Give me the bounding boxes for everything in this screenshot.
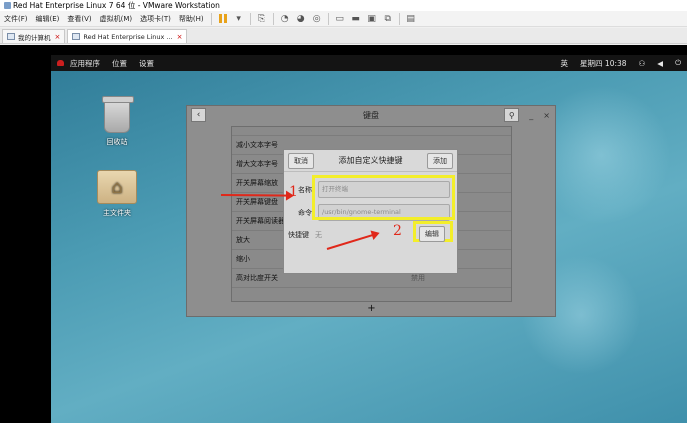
network-icon[interactable]: ⚇ — [633, 59, 652, 68]
close-icon[interactable]: × — [55, 33, 61, 41]
toolbar-separator — [210, 12, 212, 25]
dialog-header: 取消 添加自定义快捷键 添加 — [284, 150, 457, 172]
unity-icon[interactable]: ⧉ — [381, 13, 395, 25]
settings-menu[interactable]: 设置 — [133, 58, 160, 69]
shortcut-name: 开关屏幕阅读器 — [236, 217, 285, 225]
pause-icon[interactable] — [216, 13, 230, 25]
close-icon[interactable]: × — [543, 111, 550, 120]
home-folder-icon — [97, 170, 137, 204]
redhat-icon — [57, 60, 64, 66]
send-ctrl-alt-del-icon[interactable]: ⎘ — [255, 13, 269, 25]
back-button[interactable]: ‹ — [191, 108, 206, 122]
shortcut-name: 高对比度开关 — [236, 274, 278, 282]
applications-menu[interactable]: 应用程序 — [64, 58, 106, 69]
home-folder-desktop-icon[interactable]: 主文件夹 — [87, 170, 147, 218]
list-item — [232, 127, 511, 136]
tab-label: Red Hat Enterprise Linux ... — [83, 32, 173, 41]
home-folder-label: 主文件夹 — [103, 209, 131, 217]
dropdown-arrow-icon[interactable]: ▾ — [232, 13, 246, 25]
tab-bar: 我的计算机 × Red Hat Enterprise Linux ... × — [0, 28, 687, 44]
shortcut-name: 开关屏幕缩放 — [236, 179, 278, 187]
add-shortcut-button[interactable]: + — [231, 302, 512, 316]
window-title: Red Hat Enterprise Linux 7 64 位 - VMware… — [13, 1, 220, 10]
menu-help[interactable]: 帮助(H) — [175, 14, 208, 24]
vm-viewport[interactable]: 应用程序 位置 设置 英 星期四 10:38 ⚇ ◀ ⏻ 回收站 主文件夹 ‹ … — [0, 45, 687, 423]
computer-icon — [7, 33, 15, 40]
menu-view[interactable]: 查看(V) — [63, 14, 95, 24]
trash-icon — [102, 96, 134, 133]
shortcut-name: 放大 — [236, 236, 250, 244]
vmware-app-icon — [4, 2, 11, 9]
trash-label: 回收站 — [106, 138, 128, 146]
shortcut-name: 增大文本字号 — [236, 160, 278, 168]
minimize-icon[interactable]: _ — [529, 111, 533, 120]
fields-highlight-box — [312, 175, 455, 220]
snapshot-manager-icon[interactable]: ◎ — [310, 13, 324, 25]
name-label: 名称 — [298, 186, 312, 194]
tab-rhel-vm[interactable]: Red Hat Enterprise Linux ... × — [67, 29, 188, 43]
menu-edit[interactable]: 编辑(E) — [32, 14, 64, 24]
toolbar-separator — [249, 12, 251, 25]
search-icon[interactable]: ⚲ — [504, 108, 520, 122]
console-view-icon[interactable]: ▤ — [404, 13, 418, 25]
menu-vm[interactable]: 虚拟机(M) — [96, 14, 137, 24]
gnome-desktop[interactable]: 应用程序 位置 设置 英 星期四 10:38 ⚇ ◀ ⏻ 回收站 主文件夹 ‹ … — [51, 55, 687, 423]
snapshot-icon[interactable]: ◔ — [278, 13, 292, 25]
add-button[interactable]: 添加 — [427, 152, 453, 169]
toolbar-separator — [272, 12, 274, 25]
power-icon[interactable]: ⏻ — [669, 58, 687, 68]
places-menu[interactable]: 位置 — [106, 58, 133, 69]
status-area: 英 星期四 10:38 ⚇ ◀ ⏻ — [555, 58, 687, 69]
menu-tabs[interactable]: 选项卡(T) — [136, 14, 175, 24]
tab-label: 我的计算机 — [18, 33, 51, 42]
step-number-2: 2 — [393, 223, 402, 239]
fullscreen-icon[interactable]: ▣ — [365, 13, 379, 25]
edit-shortcut-button[interactable]: 编辑 — [419, 226, 445, 242]
shortcut-value: 无 — [315, 231, 322, 239]
sidebar-view-icon[interactable]: ▭ — [333, 13, 347, 25]
shortcut-name: 减小文本字号 — [236, 141, 278, 149]
snapshot-revert-icon[interactable]: ◕ — [294, 13, 308, 25]
shortcut-label: 快捷键 — [288, 231, 309, 239]
volume-icon[interactable]: ◀ — [651, 59, 669, 68]
trash-desktop-icon[interactable]: 回收站 — [87, 96, 147, 147]
keyboard-window-header: ‹ 键盘 ⚲ _ × — [187, 106, 555, 124]
window-title-bar: Red Hat Enterprise Linux 7 64 位 - VMware… — [0, 0, 687, 11]
menu-bar: 文件(F) 编辑(E) 查看(V) 虚拟机(M) 选项卡(T) 帮助(H) ▾ … — [0, 11, 687, 27]
input-method-indicator[interactable]: 英 — [555, 58, 575, 69]
menu-file[interactable]: 文件(F) — [0, 14, 32, 24]
vm-icon — [72, 33, 81, 40]
window-controls: ⚲ _ × — [499, 108, 555, 122]
toolbar-separator — [327, 12, 329, 25]
tab-my-computer[interactable]: 我的计算机 × — [2, 29, 66, 43]
cancel-button[interactable]: 取消 — [288, 152, 314, 169]
shortcut-name: 缩小 — [236, 255, 250, 263]
close-icon[interactable]: × — [177, 33, 183, 41]
shortcut-row: 快捷键无 — [288, 230, 322, 240]
toolbar-separator — [398, 12, 400, 25]
gnome-top-bar: 应用程序 位置 设置 英 星期四 10:38 ⚇ ◀ ⏻ — [51, 55, 687, 71]
step-number-1: 1 — [289, 184, 298, 200]
command-label: 命令 — [298, 209, 312, 217]
thumbnail-view-icon[interactable]: ▬ — [349, 13, 363, 25]
clock[interactable]: 星期四 10:38 — [574, 58, 633, 69]
